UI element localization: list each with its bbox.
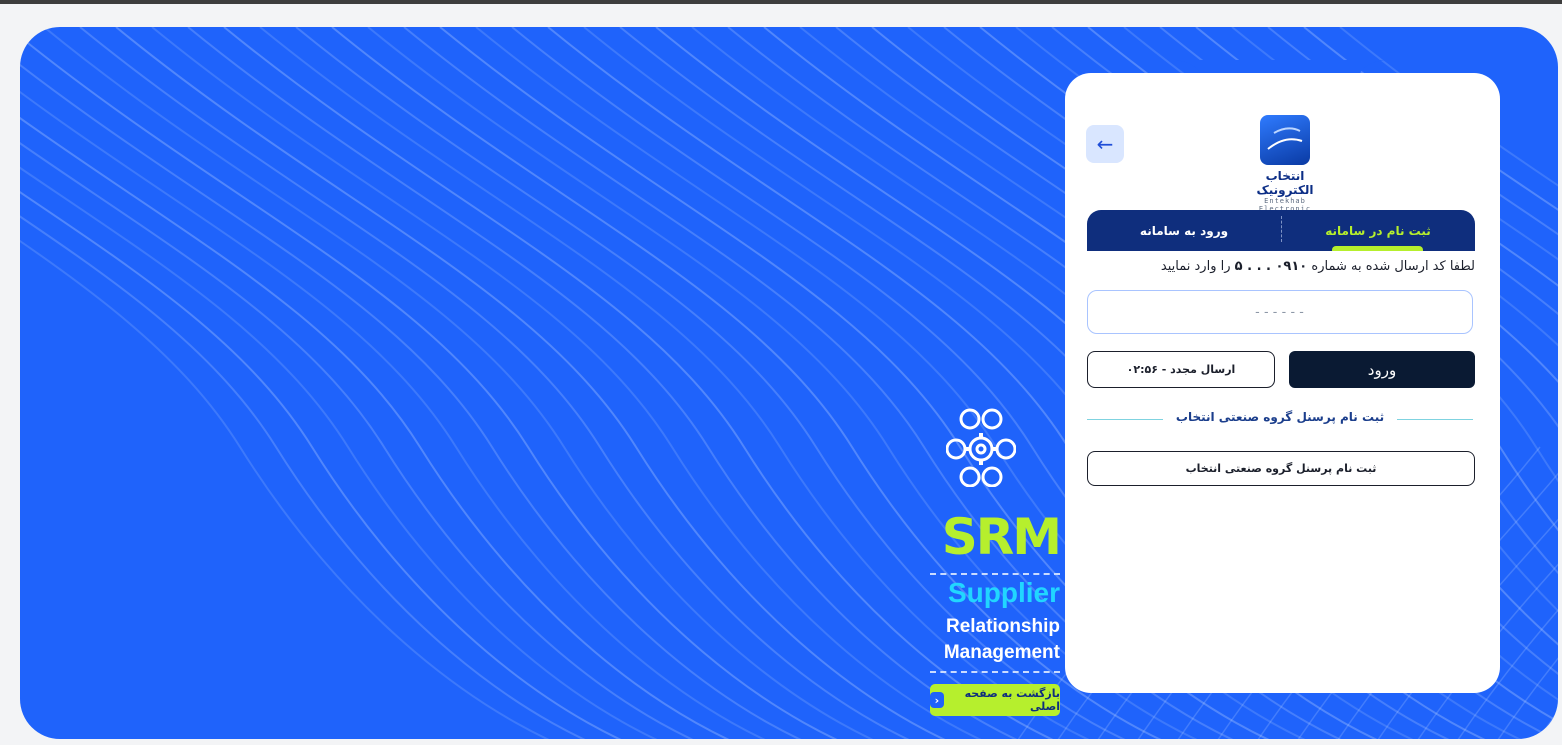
- supplier-text: Supplier: [947, 577, 1060, 608]
- people-gear-icon: [946, 408, 1016, 487]
- tab-register[interactable]: ثبت نام در سامانه: [1281, 210, 1475, 251]
- logo-text-fa: انتخاب الکترونیک: [1256, 169, 1314, 197]
- login-card: ← انتخاب الکترونیک Entekhab Electronic ث…: [1065, 73, 1500, 693]
- back-to-home-button[interactable]: بازگشت به صفحه اصلی ‹: [930, 684, 1060, 716]
- tab-divider: [1281, 216, 1282, 242]
- active-tab-indicator: [1332, 246, 1423, 251]
- relationship-text: Relationship: [945, 616, 1060, 637]
- company-logo: انتخاب الکترونیک Entekhab Electronic: [1240, 115, 1330, 213]
- back-to-home-label: بازگشت به صفحه اصلی: [964, 687, 1060, 713]
- staff-register-button[interactable]: ثبت نام پرسنل گروه صنعتی انتخاب: [1087, 451, 1475, 486]
- chevron-right-icon: ‹: [930, 692, 944, 708]
- resend-code-button[interactable]: ارسال مجدد - ۰۲:۵۶: [1087, 351, 1275, 388]
- otp-instruction: لطفا کد ارسال شده به شماره ۰۹۱۰ . . . ۵ …: [1161, 259, 1475, 274]
- instruction-text-after: را وارد نمایید: [1160, 259, 1231, 274]
- management-text: Management: [943, 642, 1060, 663]
- back-button[interactable]: ←: [1086, 125, 1124, 163]
- masked-phone-number: ۰۹۱۰ . . . ۵: [1234, 259, 1308, 274]
- arrow-left-icon: ←: [1096, 132, 1114, 156]
- otp-code-input[interactable]: [1087, 290, 1473, 334]
- dashed-divider: [930, 671, 1060, 673]
- tab-login[interactable]: ورود به سامانه: [1087, 210, 1281, 251]
- srm-title: SRM: [941, 508, 1062, 566]
- instruction-text-before: لطفا کد ارسال شده به شماره: [1311, 259, 1475, 274]
- staff-section-title: ثبت نام پرسنل گروه صنعتی انتخاب: [1175, 410, 1385, 424]
- dashed-divider: [930, 573, 1060, 575]
- auth-tabs: ثبت نام در سامانه ورود به سامانه: [1087, 210, 1475, 251]
- separator-line: [1087, 419, 1163, 420]
- login-button[interactable]: ورود: [1289, 351, 1475, 388]
- separator-line: [1397, 419, 1473, 420]
- top-rule: [0, 0, 1562, 4]
- entekhab-logo-icon: [1260, 115, 1310, 165]
